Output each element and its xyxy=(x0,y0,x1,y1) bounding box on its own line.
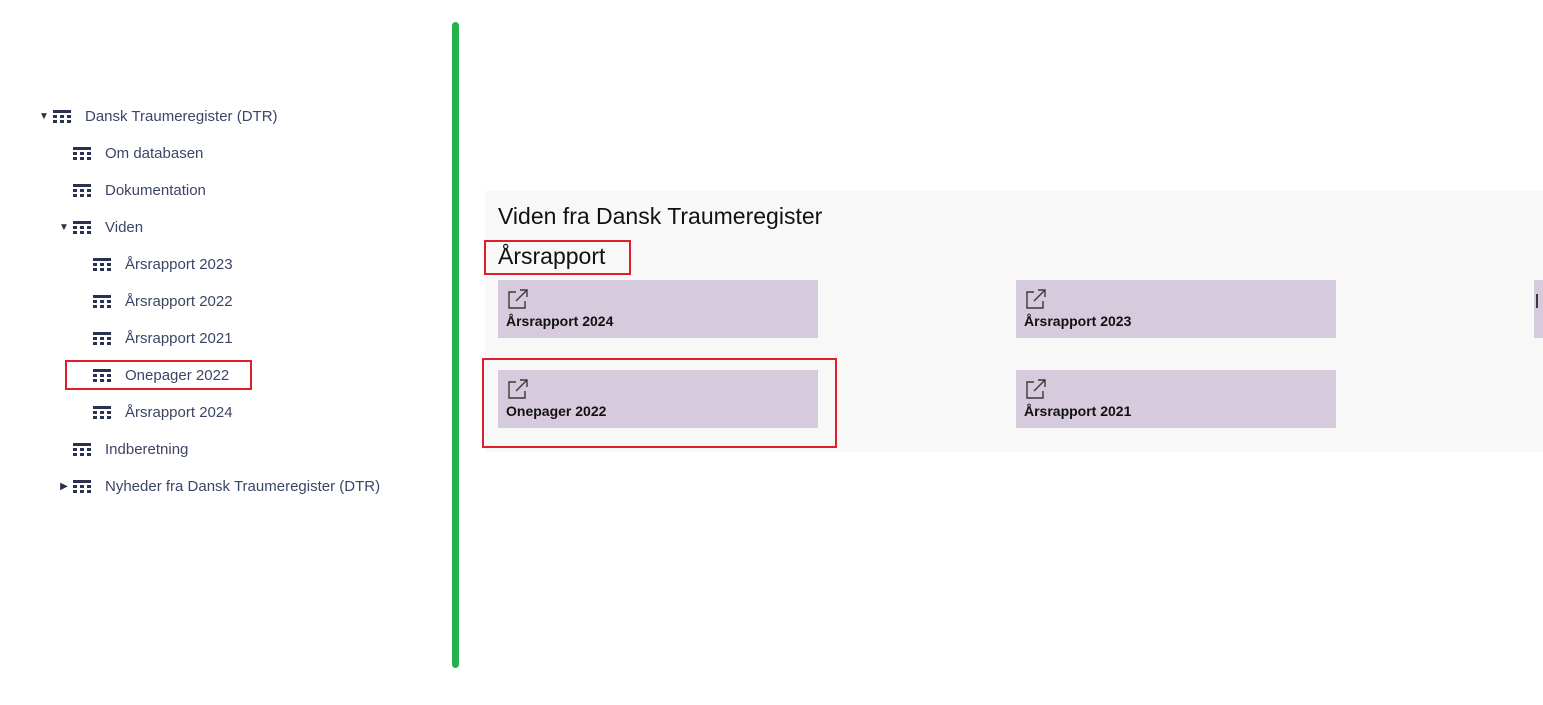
tree-item-aarsrapport-2023[interactable]: ▼ Årsrapport 2023 xyxy=(0,246,440,283)
table-grid-icon xyxy=(73,442,91,457)
tile-label: Årsrapport 2023 xyxy=(1024,313,1132,329)
section-title: Årsrapport xyxy=(498,243,606,269)
external-link-icon xyxy=(507,378,529,400)
tree-item-label: Årsrapport 2022 xyxy=(125,293,233,310)
panel-title: Viden fra Dansk Traumeregister xyxy=(498,203,823,229)
tree-item-aarsrapport-2024[interactable]: ▼ Årsrapport 2024 xyxy=(0,394,440,431)
table-grid-icon xyxy=(73,220,91,235)
external-link-icon xyxy=(1025,378,1047,400)
content-panel: Viden fra Dansk Traumeregister Årsrappor… xyxy=(485,191,1543,452)
table-grid-icon xyxy=(73,183,91,198)
tile-label: Årsrapport 2024 xyxy=(506,313,614,329)
table-grid-icon xyxy=(93,294,111,309)
tree-item-label: Årsrapport 2024 xyxy=(125,404,233,421)
table-grid-icon xyxy=(93,331,111,346)
tree-item-label: Årsrapport 2021 xyxy=(125,330,233,347)
table-grid-icon xyxy=(73,146,91,161)
table-grid-icon xyxy=(93,257,111,272)
tree-item-label: Dansk Traumeregister (DTR) xyxy=(85,108,278,125)
tree-item-dansk-traumeregister[interactable]: ▼ Dansk Traumeregister (DTR) xyxy=(0,98,440,135)
table-grid-icon xyxy=(73,479,91,494)
caret-right-icon[interactable]: ▶ xyxy=(59,481,69,492)
tree-item-dokumentation[interactable]: ▼ Dokumentation xyxy=(0,172,440,209)
caret-down-icon[interactable]: ▼ xyxy=(39,111,49,122)
tree-item-label: Årsrapport 2023 xyxy=(125,256,233,273)
tree-item-label: Onepager 2022 xyxy=(125,367,230,384)
tree-item-viden[interactable]: ▼ Viden xyxy=(0,209,440,246)
tree-item-label: Dokumentation xyxy=(105,182,206,199)
tile-aarsrapport-2024[interactable]: Årsrapport 2024 xyxy=(498,280,818,338)
pane-splitter[interactable] xyxy=(452,22,459,668)
page: ▼ Dansk Traumeregister (DTR) ▼ Om databa… xyxy=(0,0,1543,705)
tile-onepager-2022[interactable]: Onepager 2022 xyxy=(498,370,818,428)
table-grid-icon xyxy=(93,368,111,383)
table-grid-icon xyxy=(93,405,111,420)
tree-item-aarsrapport-2021[interactable]: ▼ Årsrapport 2021 xyxy=(0,320,440,357)
tile-label: Årsrapport 2021 xyxy=(1024,403,1132,419)
navigation-tree: ▼ Dansk Traumeregister (DTR) ▼ Om databa… xyxy=(0,98,440,505)
external-link-icon xyxy=(507,288,529,310)
tree-item-label: Indberetning xyxy=(105,441,189,458)
tile-aarsrapport-2023[interactable]: Årsrapport 2023 xyxy=(1016,280,1336,338)
table-grid-icon xyxy=(53,109,71,124)
tree-item-indberetning[interactable]: ▼ Indberetning xyxy=(0,431,440,468)
external-link-icon xyxy=(1025,288,1047,310)
caret-down-icon[interactable]: ▼ xyxy=(59,222,69,233)
tree-item-label: Viden xyxy=(105,219,144,236)
tree-item-aarsrapport-2022[interactable]: ▼ Årsrapport 2022 xyxy=(0,283,440,320)
tile-partially-visible[interactable] xyxy=(1534,280,1543,338)
tree-item-label: Om databasen xyxy=(105,145,204,162)
tree-item-om-databasen[interactable]: ▼ Om databasen xyxy=(0,135,440,172)
tile-label: Onepager 2022 xyxy=(506,403,607,419)
tree-item-nyheder[interactable]: ▶ Nyheder fra Dansk Traumeregister (DTR) xyxy=(0,468,440,505)
tree-item-onepager-2022[interactable]: ▼ Onepager 2022 xyxy=(0,357,440,394)
tile-aarsrapport-2021[interactable]: Årsrapport 2021 xyxy=(1016,370,1336,428)
tree-item-label: Nyheder fra Dansk Traumeregister (DTR) xyxy=(105,478,381,495)
